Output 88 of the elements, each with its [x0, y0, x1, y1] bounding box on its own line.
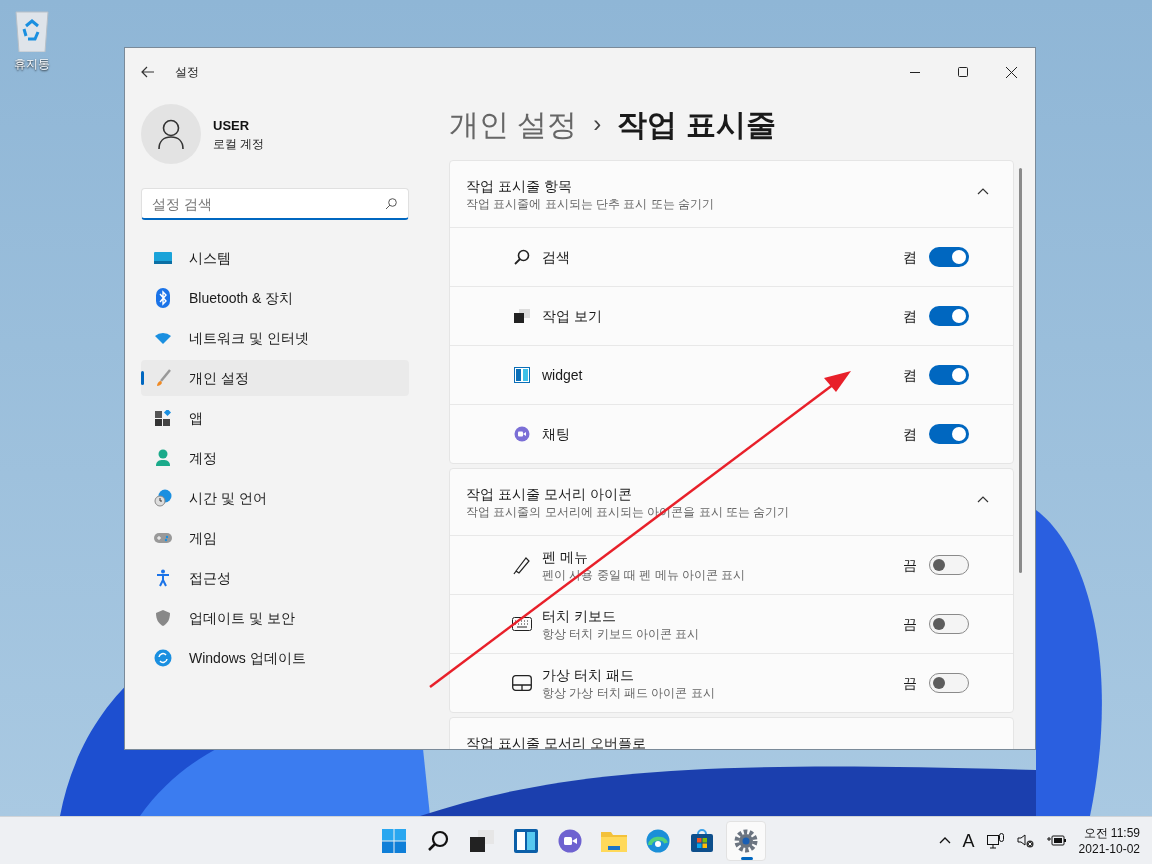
toggle-switch[interactable]	[929, 424, 969, 444]
globe-clock-icon	[154, 489, 172, 507]
monitor-icon	[153, 250, 173, 266]
nav-item[interactable]: 접근성	[141, 560, 409, 596]
toggle-switch[interactable]	[929, 614, 969, 634]
toggle-switch[interactable]	[929, 247, 969, 267]
shield-icon	[155, 609, 171, 627]
toggle-state-label: 켬	[903, 307, 917, 326]
nav-item[interactable]: 업데이트 및 보안	[141, 600, 409, 636]
setting-label: 펜 메뉴	[542, 548, 589, 567]
brush-icon	[155, 369, 171, 387]
toggle-state-label: 끔	[903, 674, 917, 693]
widgets-icon	[514, 367, 530, 383]
desktop-icon-label: 휴지통	[14, 56, 50, 72]
wifi-icon	[154, 331, 172, 345]
scrollbar[interactable]	[1019, 168, 1022, 573]
maximize-icon	[958, 67, 968, 77]
keyboard-icon	[512, 617, 532, 631]
nav-item[interactable]: 계정	[141, 440, 409, 476]
user-name: USER	[213, 117, 251, 136]
nav-item[interactable]: 앱	[141, 400, 409, 436]
setting-label: 작업 보기	[542, 307, 603, 326]
folder-icon[interactable]	[601, 829, 627, 852]
apps-icon	[155, 410, 171, 426]
breadcrumb-parent[interactable]: 개인 설정	[449, 101, 578, 147]
window-title: 설정	[175, 64, 199, 80]
section-subtitle: 작업 표시줄에 표시되는 단추 표시 또는 숨기기	[466, 196, 715, 212]
browser-icon[interactable]	[646, 828, 670, 853]
setting-label: 터치 키보드	[542, 607, 617, 626]
muted-speaker-icon[interactable]	[1016, 833, 1035, 848]
battery-plug-icon[interactable]	[1046, 833, 1067, 848]
search-icon[interactable]	[427, 829, 449, 852]
store-icon[interactable]	[690, 828, 714, 853]
minimize-icon	[910, 71, 920, 73]
setting-label: 가상 터치 패드	[542, 666, 635, 685]
toggle-state-label: 끔	[903, 615, 917, 634]
setting-label: 검색	[542, 248, 571, 267]
gamepad-icon	[154, 532, 172, 544]
chevron-up-icon[interactable]	[977, 188, 989, 195]
widgets-icon[interactable]	[514, 828, 538, 853]
account-type: 로컬 계정	[213, 135, 265, 152]
settings-icon[interactable]	[734, 828, 758, 853]
touchpad-icon	[512, 675, 532, 691]
task-view-icon	[514, 309, 530, 323]
accessibility-icon	[156, 569, 170, 587]
close-icon	[1005, 66, 1017, 78]
toggle-switch[interactable]	[929, 365, 969, 385]
toggle-state-label: 끔	[903, 556, 917, 575]
bluetooth-icon	[156, 288, 170, 308]
recycle-bin-icon[interactable]	[14, 10, 50, 52]
nav-item[interactable]: 네트워크 및 인터넷	[141, 320, 409, 356]
chat-icon	[514, 426, 530, 442]
chat-icon[interactable]	[558, 828, 582, 853]
back-arrow-icon[interactable]	[141, 66, 155, 78]
person-icon	[155, 449, 171, 467]
page-title: 작업 표시줄	[617, 106, 776, 143]
pen-icon	[512, 555, 532, 575]
toggle-switch[interactable]	[929, 306, 969, 326]
chevron-up-icon[interactable]	[977, 496, 989, 503]
section-title: 작업 표시줄 항목	[466, 177, 573, 196]
chevron-up-icon[interactable]	[938, 837, 951, 844]
toggle-state-label: 켬	[903, 366, 917, 385]
clock[interactable]: 오전 11:59 2021-10-02	[1078, 824, 1140, 857]
breadcrumb-separator: ›	[593, 109, 602, 139]
setting-description: 항상 가상 터치 패드 아이콘 표시	[542, 685, 716, 701]
input-indicator[interactable]: A	[962, 826, 975, 855]
nav-item[interactable]: 시스템	[141, 240, 409, 276]
search-icon	[514, 249, 530, 265]
nav-item[interactable]: 게임	[141, 520, 409, 556]
network-icon[interactable]	[986, 832, 1005, 849]
toggle-switch[interactable]	[929, 673, 969, 693]
nav-item[interactable]: Bluetooth & 장치	[141, 280, 409, 316]
search-field[interactable]: 설정 검색	[141, 188, 409, 220]
task-view-icon[interactable]	[470, 829, 494, 852]
toggle-state-label: 켬	[903, 248, 917, 267]
nav-item[interactable]: 시간 및 언어	[141, 480, 409, 516]
toggle-state-label: 켬	[903, 425, 917, 444]
setting-label: widget	[542, 366, 584, 385]
search-icon	[385, 198, 397, 210]
section-title: 작업 표시줄 모서리 아이콘	[466, 485, 633, 504]
user-silhouette-icon	[158, 119, 184, 149]
start-icon[interactable]	[382, 828, 406, 853]
nav-item[interactable]: 개인 설정	[141, 360, 409, 396]
toggle-switch[interactable]	[929, 555, 969, 575]
setting-label: 채팅	[542, 425, 571, 444]
nav-item[interactable]: Windows 업데이트	[141, 640, 409, 676]
setting-description: 항상 터치 키보드 아이콘 표시	[542, 626, 701, 642]
sync-icon	[154, 649, 172, 667]
